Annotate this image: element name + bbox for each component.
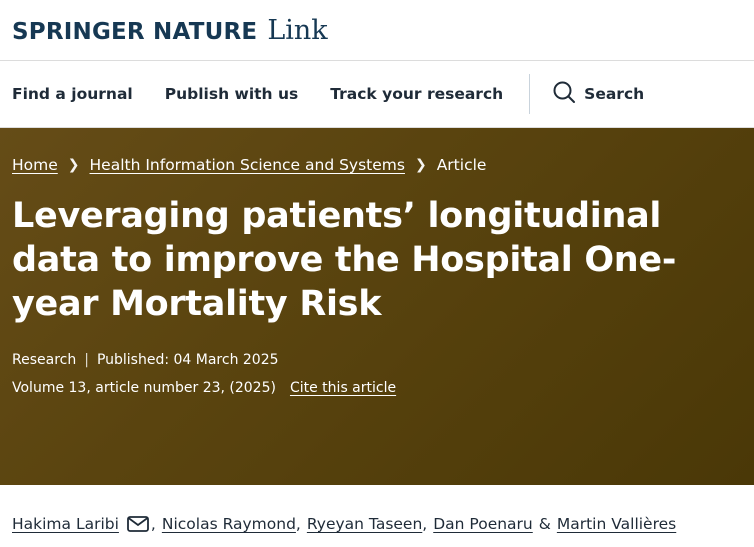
chevron-right-icon: ❯	[414, 157, 427, 173]
search-label: Search	[584, 85, 645, 103]
author-link[interactable]: Ryeyan Taseen	[307, 515, 422, 533]
springer-nature-logo[interactable]: SPRINGER NATURE Link	[12, 15, 328, 46]
breadcrumb: Home ❯ Health Information Science and Sy…	[12, 156, 742, 174]
comma: ,	[422, 515, 428, 533]
article-volume-row: Volume 13, article number 23, (2025) Cit…	[12, 380, 742, 396]
logo-wordmark: SPRINGER NATURE	[12, 18, 258, 45]
article-title: Leveraging patients’ longitudinal data t…	[12, 196, 677, 324]
nav-track-research[interactable]: Track your research	[330, 85, 503, 103]
publish-date: Published: 04 March 2025	[96, 352, 279, 368]
breadcrumb-home[interactable]: Home	[12, 156, 58, 174]
search-button[interactable]: Search	[552, 80, 644, 109]
comma: ,	[295, 515, 301, 533]
cite-article-link[interactable]: Cite this article	[290, 380, 396, 396]
main-nav: Find a journal Publish with us Track you…	[0, 61, 754, 128]
author-link[interactable]: Dan Poenaru	[433, 515, 533, 533]
meta-separator: |	[84, 352, 89, 368]
site-header: SPRINGER NATURE Link	[0, 0, 754, 61]
article-type: Research	[12, 352, 77, 368]
comma: ,	[150, 515, 156, 533]
nav-find-journal[interactable]: Find a journal	[12, 85, 133, 103]
author-list: Hakima Laribi , Nicolas Raymond , Ryeyan…	[0, 485, 754, 533]
email-icon[interactable]	[127, 516, 149, 532]
author-link[interactable]: Hakima Laribi	[12, 515, 119, 533]
article-hero: Home ❯ Health Information Science and Sy…	[0, 128, 754, 485]
breadcrumb-current: Article	[436, 156, 487, 174]
author-link[interactable]: Martin Vallières	[557, 515, 676, 533]
search-icon	[552, 80, 576, 109]
nav-divider	[529, 74, 531, 114]
nav-publish-with-us[interactable]: Publish with us	[165, 85, 299, 103]
ampersand: &	[538, 515, 551, 533]
logo-link-text: Link	[267, 14, 328, 46]
breadcrumb-journal[interactable]: Health Information Science and Systems	[90, 156, 405, 174]
chevron-right-icon: ❯	[67, 157, 80, 173]
article-meta: Research | Published: 04 March 2025	[12, 352, 742, 368]
volume-info: Volume 13, article number 23, (2025)	[12, 380, 276, 396]
author-link[interactable]: Nicolas Raymond	[162, 515, 296, 533]
